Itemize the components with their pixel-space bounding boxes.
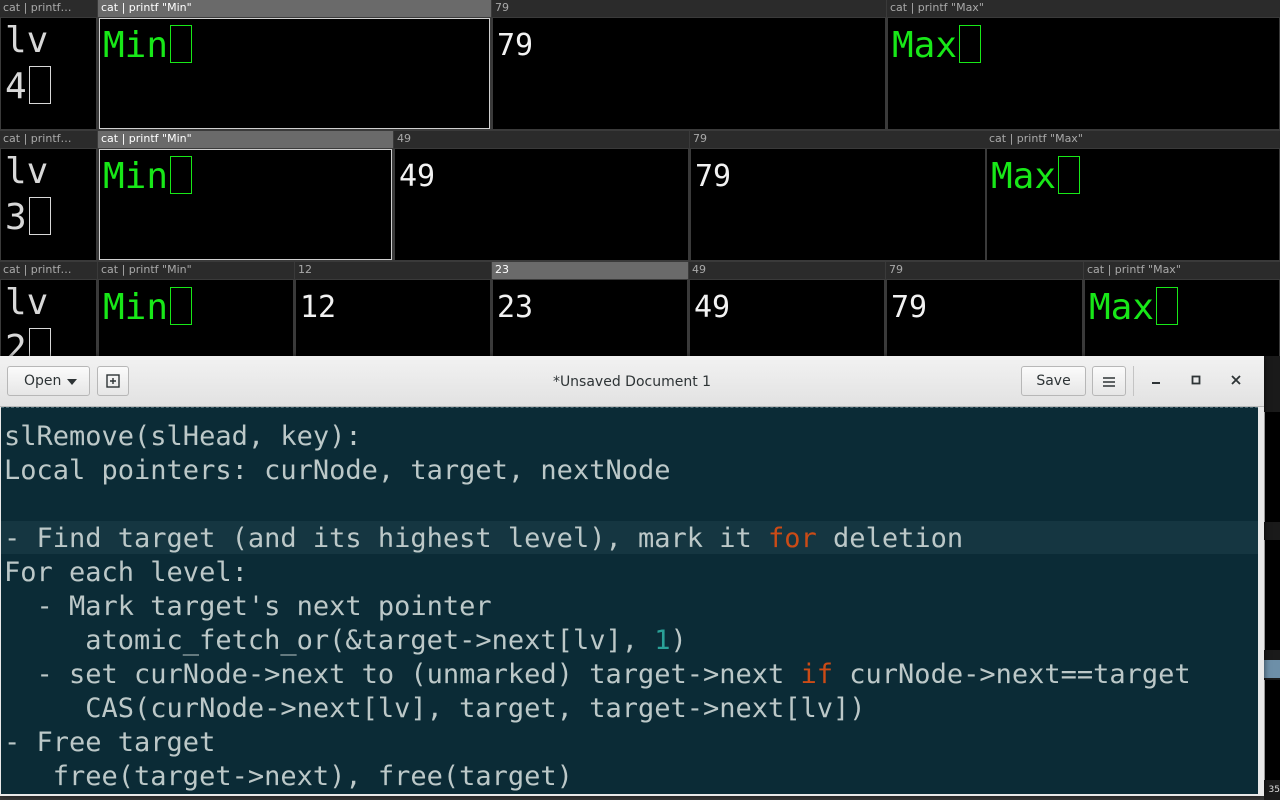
chevron-down-icon [67,379,77,385]
pane-body: lv 3 [1,149,96,260]
header-bar: *Unsaved Document 1 Open Save [0,356,1264,407]
background-pane-fragment [1264,412,1280,522]
save-button-label: Save [1036,373,1071,389]
code-line: free(target->next), free(target) [4,761,573,792]
text-editor-window: *Unsaved Document 1 Open Save slRemove(s… [0,356,1264,796]
hamburger-menu-icon [1103,377,1115,387]
open-button[interactable]: Open [7,366,90,396]
background-pane-fragment [1264,540,1280,650]
node-value: 12 [300,290,337,325]
pane-node-49[interactable]: 49 49 [394,131,689,262]
terminal-cursor [959,25,982,63]
pane-title: cat | printf… [0,0,97,17]
pane-body: 49 [395,149,688,260]
pane-body: 79 [691,149,985,260]
pane-max[interactable]: cat | printf "Max" Max [986,131,1280,262]
keyword-token: if [800,659,834,690]
pane-body: Max [888,18,1279,129]
terminal-cursor [28,197,51,235]
pane-min[interactable]: cat | printf "Min" Min [98,131,393,262]
pane-title: 12 [295,262,491,279]
pane-title: cat | printf "Min" [98,262,294,279]
pane-title: cat | printf "Max" [887,0,1280,17]
min-label: Min [103,156,169,197]
pane-title: 49 [689,262,885,279]
node-value: 49 [694,290,731,325]
pane-title: 79 [690,131,986,148]
max-label: Max [1089,287,1155,328]
number-token: 1 [654,625,671,656]
pane-level-label[interactable]: cat | printf… lv 4 [0,0,97,131]
menu-button[interactable] [1092,366,1126,396]
keyword-token: for [768,523,817,554]
terminal-cursor [170,156,193,194]
close-icon [1231,375,1241,385]
pane-title: cat | printf "Max" [1084,262,1280,279]
pane-title: 49 [394,131,689,148]
min-label: Min [103,287,169,328]
code-line: Local pointers: curNode, target, nextNod… [4,455,671,486]
level-label: lv [5,151,49,192]
max-label: Max [991,156,1057,197]
pane-body: Min [99,18,490,129]
pane-node-79[interactable]: 79 79 [690,131,986,262]
pane-body: Min [99,149,392,260]
code-line: CAS(curNode->next[lv], target, target->n… [4,693,866,724]
background-pane-fragment [1264,680,1280,780]
level-label: lv [5,282,49,323]
maximize-button[interactable] [1181,366,1211,396]
max-label: Max [892,25,958,66]
node-value: 23 [497,290,534,325]
code-line: - Mark target's next pointer [4,591,492,622]
pane-min[interactable]: cat | printf "Min" Min [98,0,491,131]
terminal-cursor [170,287,193,325]
pane-body: lv 4 [1,18,96,129]
background-highlight-fragment [1264,660,1280,678]
terminal-cursor [1058,156,1081,194]
terminal-cursor [170,25,193,63]
pane-body: Max [987,149,1279,260]
pane-title: 23 [492,262,688,279]
code-line: slRemove(slHead, key): [4,421,362,452]
save-button[interactable]: Save [1021,366,1086,396]
close-button[interactable] [1221,366,1251,396]
pane-title: cat | printf… [0,262,97,279]
node-value: 49 [399,159,436,194]
open-button-label: Open [24,373,62,389]
header-separator [1133,366,1134,396]
level-label: lv [5,20,49,61]
corner-status-text: 35 [1268,785,1280,795]
new-document-icon [106,374,120,388]
level-number: 4 [5,66,27,107]
terminal-cursor [1156,287,1179,325]
pane-title: cat | printf… [0,131,97,148]
code-line: - Find target (and its highest level), m… [4,523,964,554]
min-label: Min [103,25,169,66]
pane-max[interactable]: cat | printf "Max" Max [887,0,1280,131]
node-value: 79 [497,28,534,63]
level-number: 3 [5,197,27,238]
code-line: For each level: [4,557,248,588]
code-line: - Free target [4,727,216,758]
text-editor-area[interactable]: slRemove(slHead, key): Local pointers: c… [1,407,1258,794]
maximize-icon [1191,375,1201,385]
code-line: - set curNode->next to (unmarked) target… [4,659,1191,690]
minimize-button[interactable] [1141,366,1171,396]
node-value: 79 [891,290,928,325]
new-tab-button[interactable] [97,366,129,396]
pane-level-label[interactable]: cat | printf… lv 3 [0,131,97,262]
pane-title: 79 [886,262,1083,279]
pane-body: 79 [493,18,885,129]
minimize-icon [1152,382,1160,384]
terminal-cursor [28,66,51,104]
node-value: 79 [695,159,732,194]
pane-node-79[interactable]: 79 79 [492,0,886,131]
pane-title: cat | printf "Min" [98,131,393,148]
code-line: atomic_fetch_or(&target->next[lv], 1) [4,625,687,656]
pane-title: cat | printf "Min" [98,0,491,17]
pane-title: cat | printf "Max" [986,131,1280,148]
pane-title: 79 [492,0,886,17]
